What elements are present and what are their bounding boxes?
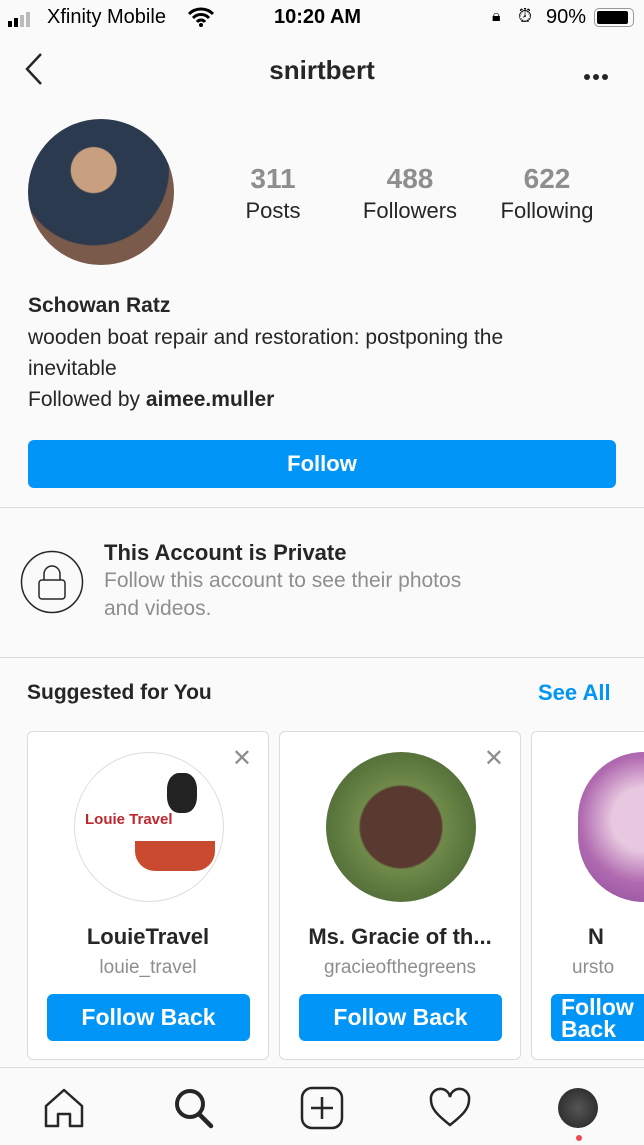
signal-icon	[8, 10, 40, 33]
suggestion-card[interactable]: N ursto Follow Back	[531, 731, 644, 1060]
followed-by: Followed by aimee.muller	[28, 384, 274, 415]
carrier: Xfinity Mobile	[47, 6, 166, 28]
suggestion-name: Ms. Gracie of th...	[308, 924, 492, 949]
divider	[0, 507, 644, 508]
profile-username: snirtbert	[269, 55, 375, 85]
activity-tab[interactable]	[428, 1086, 472, 1130]
stat-posts[interactable]: 311 Posts	[208, 162, 338, 226]
suggestion-name: N	[588, 924, 604, 949]
battery-percent: 90%	[546, 6, 587, 28]
bio-line: inevitable	[28, 357, 117, 380]
boat-image	[135, 841, 215, 871]
followed-by-user-link[interactable]: aimee.muller	[146, 388, 274, 411]
status-bar: Xfinity Mobile 10:20 AM 🔒︎ ⏰︎ 90%	[0, 0, 644, 35]
followers-label: Followers	[362, 198, 458, 223]
stat-following[interactable]: 622 Following	[482, 162, 612, 226]
profile-avatar[interactable]	[28, 119, 174, 265]
suggestion-card[interactable]: Louie Travel ✕ LouieTravel louie_travel …	[27, 731, 269, 1060]
follow-back-button[interactable]: Follow Back	[47, 994, 250, 1041]
wifi-icon	[187, 7, 215, 33]
logo-text: Louie Travel	[85, 811, 173, 828]
suggestion-avatar[interactable]: Louie Travel	[74, 752, 224, 902]
suggestion-handle: ursto	[572, 957, 615, 978]
suggested-title: Suggested for You	[27, 681, 212, 704]
dismiss-icon[interactable]: ✕	[484, 744, 504, 773]
follow-back-button[interactable]: Follow Back	[299, 994, 502, 1041]
profile-tab[interactable]	[558, 1088, 598, 1128]
bio-line: wooden boat repair and restoration: post…	[28, 326, 504, 349]
see-all-link[interactable]: See All	[538, 680, 611, 706]
dismiss-icon[interactable]: ✕	[232, 744, 252, 773]
posts-count: 311	[250, 163, 296, 194]
battery-icon	[594, 8, 634, 27]
notification-dot	[576, 1135, 582, 1141]
following-count: 622	[523, 163, 571, 194]
bottom-tab-bar	[0, 1067, 644, 1145]
following-label: Following	[500, 198, 594, 223]
private-message: Follow this account to see their photos	[104, 569, 462, 592]
home-tab[interactable]	[42, 1086, 86, 1130]
orientation-lock-icon: 🔒︎	[492, 8, 501, 25]
lock-icon	[20, 550, 84, 619]
private-title: This Account is Private	[104, 540, 347, 565]
private-message: and videos.	[104, 597, 212, 620]
followed-by-prefix: Followed by	[28, 388, 146, 411]
suggestion-avatar[interactable]	[326, 752, 476, 902]
suggestion-handle: gracieofthegreens	[323, 957, 477, 978]
follow-button[interactable]: Follow	[28, 440, 616, 488]
divider	[0, 657, 644, 658]
followers-count: 488	[386, 163, 434, 194]
posts-label: Posts	[245, 198, 301, 223]
follow-back-button[interactable]: Follow Back	[551, 994, 644, 1041]
suggestion-card[interactable]: ✕ Ms. Gracie of th... gracieofthegreens …	[279, 731, 521, 1060]
clock: 10:20 AM	[274, 6, 362, 28]
alarm-icon: ⏰︎	[518, 6, 533, 26]
suggestion-handle: louie_travel	[99, 957, 197, 978]
more-options-button[interactable]	[583, 68, 609, 86]
stat-followers[interactable]: 488 Followers	[345, 162, 475, 226]
profile-name: Schowan Ratz	[28, 294, 171, 317]
suggestion-name: LouieTravel	[86, 924, 210, 949]
search-tab[interactable]	[171, 1086, 215, 1130]
new-post-tab[interactable]	[300, 1086, 344, 1130]
suggestion-avatar[interactable]	[578, 752, 644, 902]
dog-image	[167, 773, 197, 813]
